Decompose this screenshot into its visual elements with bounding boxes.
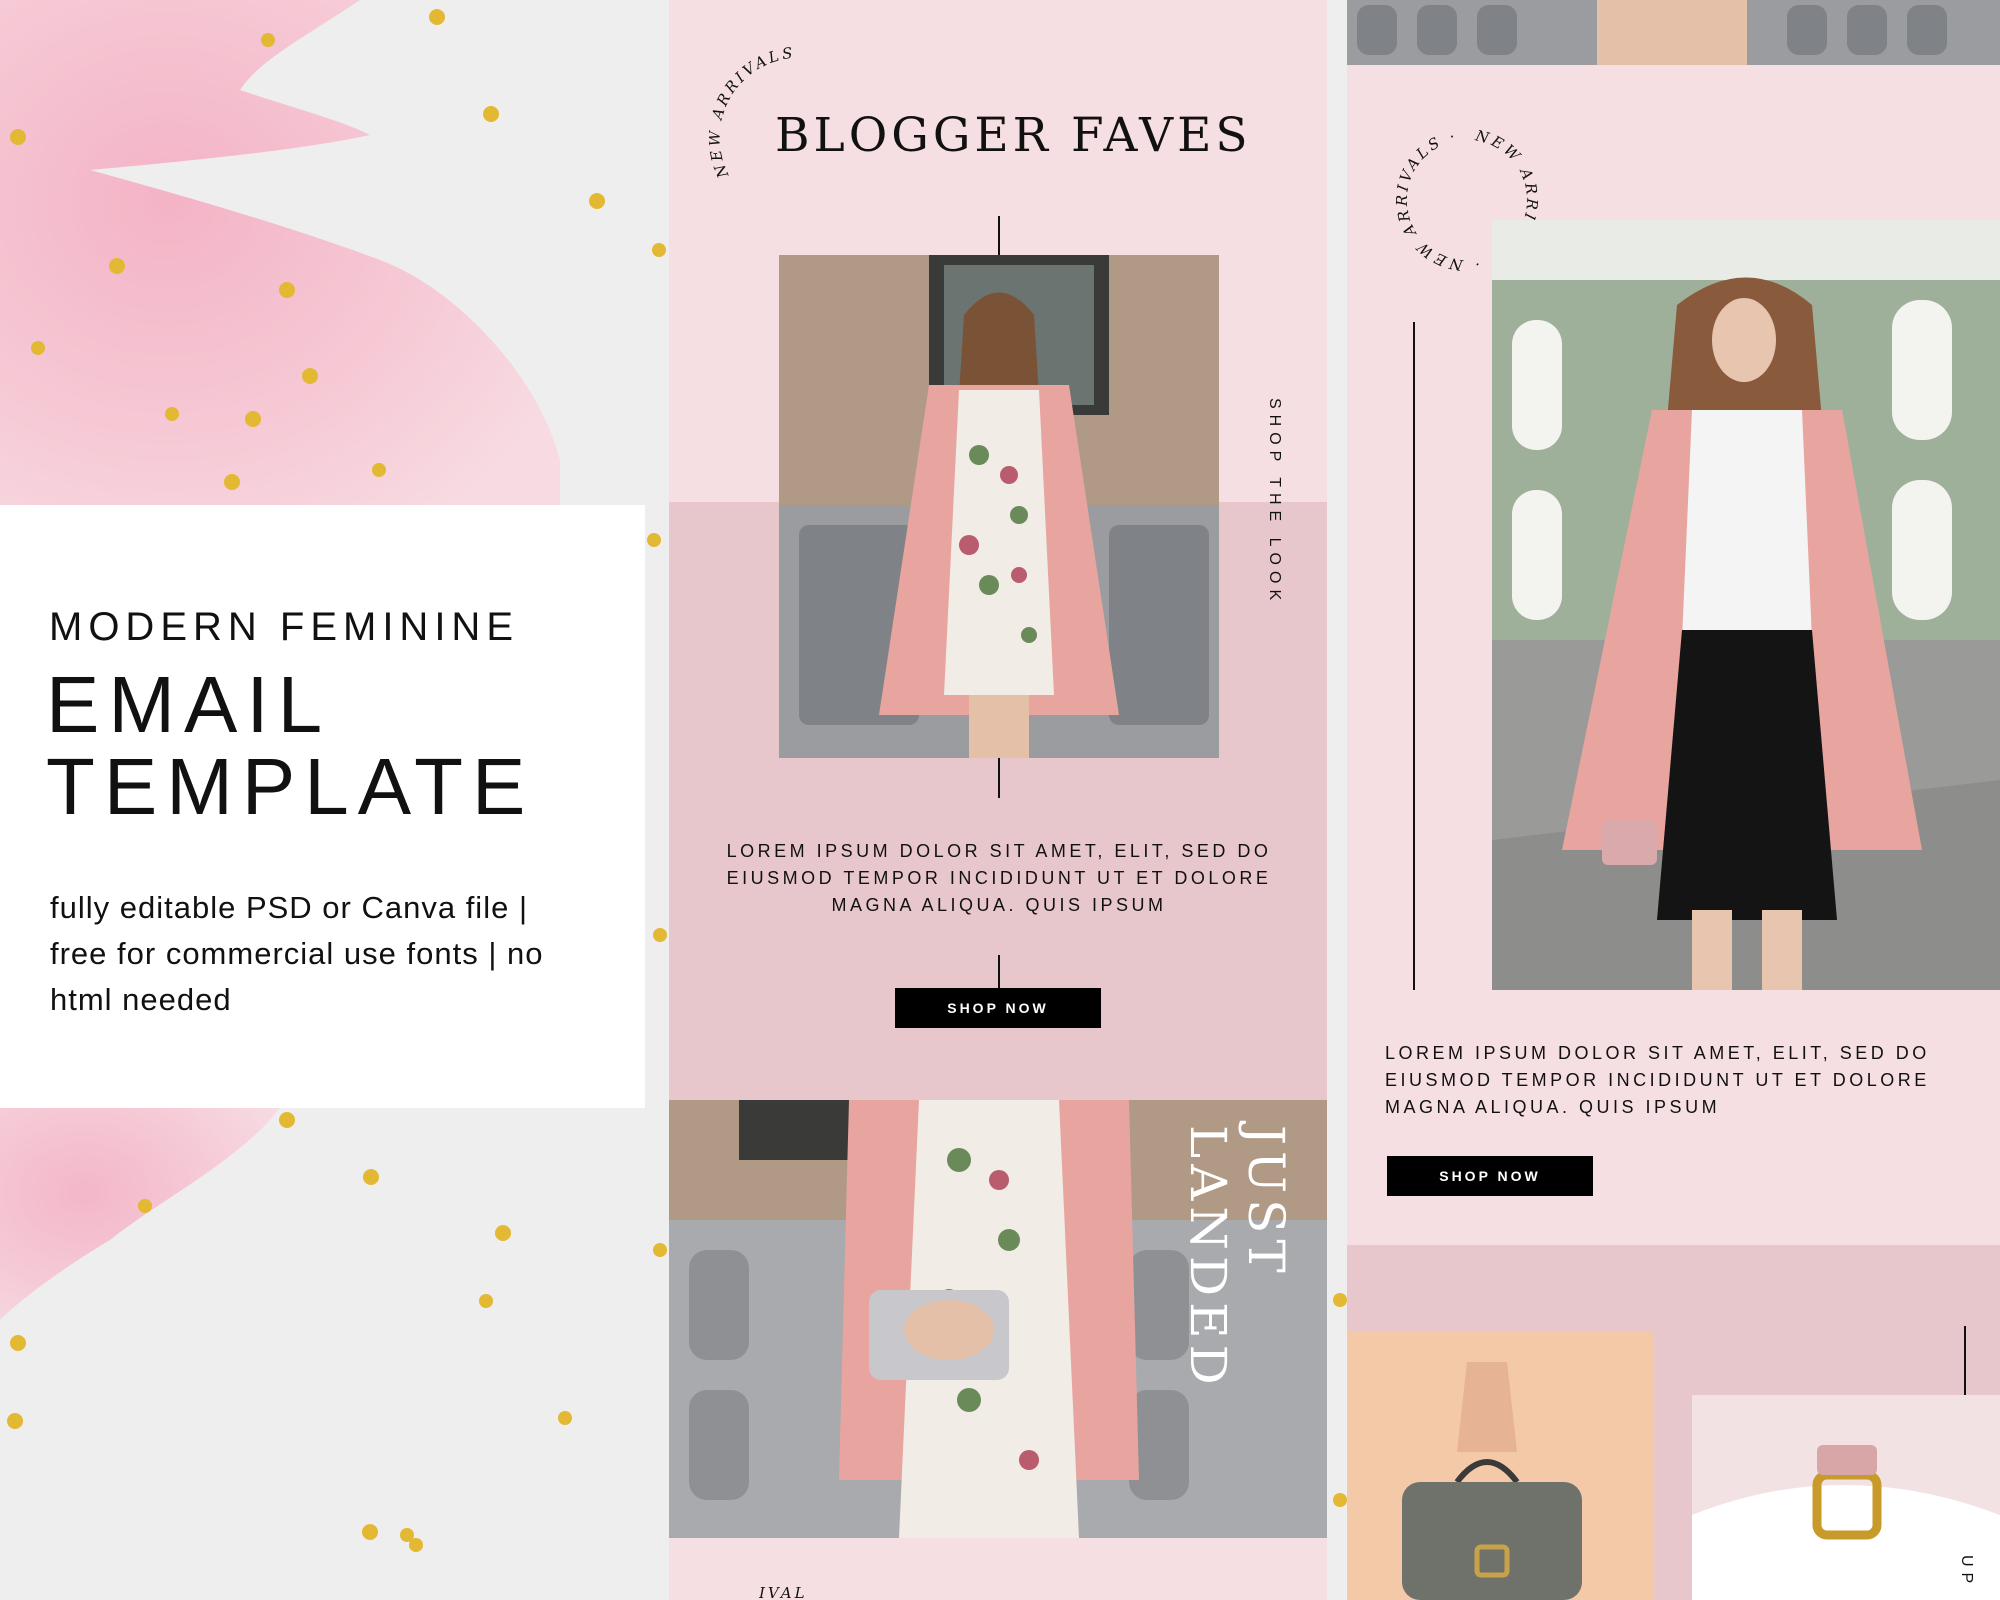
divider-line bbox=[998, 216, 1000, 256]
hero-photo bbox=[779, 255, 1219, 758]
side-partial-label: UP bbox=[1958, 1555, 1975, 1590]
card-description: fully editable PSD or Canva file | free … bbox=[50, 890, 544, 1017]
white-bag-clasp-image bbox=[1692, 1395, 2000, 1600]
email-body-text: LOREM IPSUM DOLOR SIT AMET, ELIT, SED DO… bbox=[726, 841, 1272, 915]
divider-line bbox=[1964, 1326, 1966, 1402]
card-title-line1: EMAIL bbox=[46, 660, 332, 749]
email-body-text: LOREM IPSUM DOLOR SIT AMET, ELIT, SED DO… bbox=[1385, 1043, 1930, 1117]
woman-pink-coat-image bbox=[779, 255, 1219, 758]
just-landed-line2: LANDED bbox=[1179, 1125, 1237, 1391]
gray-handbag-image bbox=[1347, 1332, 1654, 1600]
handbag-photo bbox=[1347, 1332, 1654, 1600]
divider-line bbox=[998, 758, 1000, 798]
handbag-detail-photo bbox=[1692, 1395, 2000, 1600]
template-info-card: MODERN FEMININE EMAIL TEMPLATE fully edi… bbox=[0, 505, 645, 1108]
card-eyebrow: MODERN FEMININE bbox=[49, 605, 519, 649]
blogger-faves-heading: BLOGGER FAVES bbox=[775, 108, 1252, 163]
shop-now-button[interactable]: SHOP NOW bbox=[895, 988, 1101, 1028]
email-preview-blogger-faves: NEW ARRIVALS BLOGGER FAVES SHOP THE LOOK… bbox=[669, 0, 1327, 1600]
previous-section-photo bbox=[1347, 0, 2000, 65]
shop-now-button[interactable]: SHOP NOW bbox=[1387, 1156, 1593, 1196]
shop-the-look-label: SHOP THE LOOK bbox=[1266, 398, 1283, 607]
spacer-band bbox=[1347, 65, 2000, 110]
email-preview-new-arrivals: NEW ARRIVALS · NEW ARRIVALS · LOREM IPSU… bbox=[1347, 0, 2000, 1600]
woman-black-skirt-image bbox=[1492, 220, 2000, 990]
just-landed-line1: JUST bbox=[1237, 1125, 1295, 1279]
card-title-line2: TEMPLATE bbox=[46, 742, 535, 831]
side-divider-line bbox=[1413, 322, 1415, 990]
next-badge-text: IVAL bbox=[759, 1584, 808, 1600]
street-style-photo bbox=[1492, 220, 2000, 990]
divider-line bbox=[998, 955, 1000, 989]
next-section-badge: IVAL bbox=[759, 1584, 808, 1600]
just-landed-overlay: JUST LANDED bbox=[1179, 1125, 1295, 1391]
lattice-image bbox=[1347, 0, 2000, 65]
